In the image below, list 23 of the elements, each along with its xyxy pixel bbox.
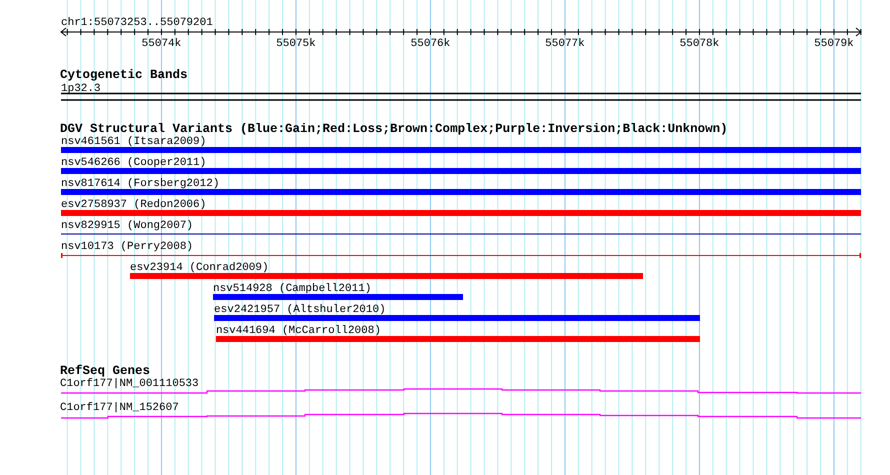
variant-label: nsv546266 (Cooper2011) (61, 157, 206, 169)
tick-label: 55078k (680, 38, 720, 50)
position-label: chr1:55073253..55079201 (61, 17, 213, 29)
track-title: RefSeq Genes (60, 364, 150, 378)
tick-label: 55075k (276, 38, 316, 50)
variant-label: esv23914 (Conrad2009) (130, 262, 269, 274)
tick-label: 55079k (814, 38, 854, 50)
variant-label: nsv514928 (Campbell2011) (212, 283, 372, 295)
tick-label: 55074k (142, 38, 182, 50)
gene-label: C1orf177|NM_001110533 (60, 378, 199, 390)
track-title: Cytogenetic Bands (60, 68, 188, 82)
tick-label: 55076k (410, 38, 450, 50)
gene-label: C1orf177|NM_152607 (60, 402, 179, 414)
variant-label: nsv461561 (Itsara2009) (61, 136, 206, 148)
variant-label: esv2421957 (Altshuler2010) (214, 304, 386, 316)
tick-label: 55077k (545, 38, 585, 50)
track-title: DGV Structural Variants (Blue:Gain;Red:Loss;Brown:Complex;Purple:Inversion;Black:Unknown) (60, 122, 728, 136)
variant-label: esv2758937 (Redon2006) (61, 199, 206, 211)
variant-label: nsv829915 (Wong2007) (61, 220, 194, 232)
variant-label: nsv441694 (McCarroll2008) (216, 325, 381, 337)
variant-label: nsv10173 (Perry2008) (61, 241, 194, 253)
band-label: 1p32.3 (61, 83, 101, 95)
variant-label: nsv817614 (Forsberg2012) (61, 178, 220, 190)
